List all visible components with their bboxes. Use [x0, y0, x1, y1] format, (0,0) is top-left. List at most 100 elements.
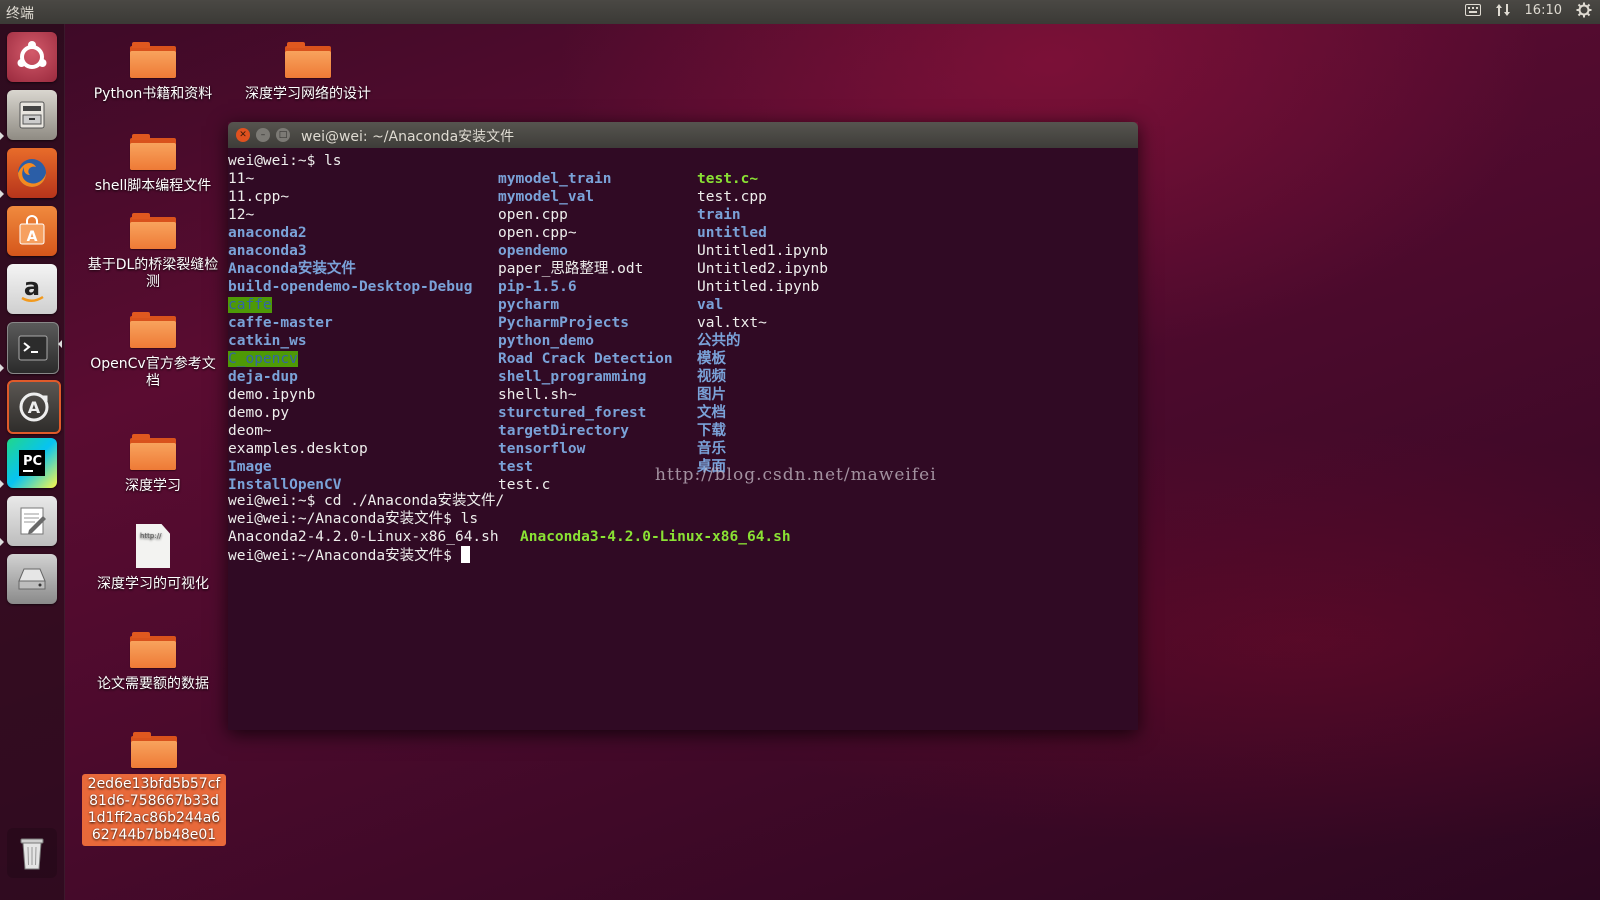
ls-entry: 视频	[697, 369, 726, 385]
ls-entry: 音乐	[697, 441, 726, 457]
desktop-document[interactable]: http:// 深度学习的可视化	[83, 524, 223, 593]
terminal-line: Untitled.ipynb	[697, 278, 819, 296]
terminal-icon	[18, 335, 48, 361]
ls-entry: deja-dup	[228, 369, 298, 385]
desktop-icon-label: shell脚本编程文件	[94, 178, 212, 194]
terminal-line: anaconda2	[228, 224, 307, 242]
minimize-button[interactable]: –	[256, 128, 270, 142]
terminal-button[interactable]	[7, 322, 59, 374]
desktop-folder[interactable]: 深度学习	[83, 434, 223, 495]
indicator-area: 16:10	[1464, 2, 1592, 18]
ls-entry: Anaconda3-4.2.0-Linux-x86_64.sh	[520, 529, 791, 545]
terminal-line: pip-1.5.6	[498, 278, 577, 296]
window-titlebar[interactable]: ✕ – □ wei@wei: ~/Anaconda安装文件	[228, 122, 1138, 148]
folder-icon	[130, 42, 176, 78]
desktop-folder[interactable]: OpenCv官方参考文档	[83, 312, 223, 390]
ls-entry: shell_programming	[498, 369, 647, 385]
text-cursor	[460, 546, 470, 563]
terminal-line: catkin_ws	[228, 332, 307, 350]
ls-entry: 12~	[228, 207, 255, 223]
ls-entry: anaconda3	[228, 243, 307, 259]
amazon-button[interactable]: a	[7, 264, 57, 314]
terminal-line: Anaconda2-4.2.0-Linux-x86_64.sh	[228, 528, 499, 546]
terminal-line: demo.ipynb	[228, 386, 315, 404]
dash-home-button[interactable]	[7, 32, 57, 82]
desktop-folder[interactable]: 深度学习网络的设计	[238, 42, 378, 103]
network-updown-icon[interactable]	[1495, 2, 1511, 18]
ls-entry: test.c~	[697, 171, 759, 187]
minimize-icon: –	[260, 129, 266, 140]
terminal-line: shell_programming	[498, 368, 646, 386]
ls-entry: InstallOpenCV	[228, 477, 342, 493]
ls-entry: demo.ipynb	[228, 387, 316, 403]
updater-icon: A	[19, 392, 49, 422]
software-updater-button[interactable]: A	[7, 380, 61, 434]
terminal-line: pycharm	[498, 296, 559, 314]
terminal-line: PycharmProjects	[498, 314, 629, 332]
svg-text:PC: PC	[23, 454, 42, 469]
trash-button[interactable]	[7, 828, 57, 878]
terminal-output[interactable]: wei@wei:~$ ls 11~ 11.cpp~ 12~ anaconda2 anac…	[228, 148, 1138, 730]
terminal-line: 11~	[228, 170, 254, 188]
terminal-line: val.txt~	[697, 314, 767, 332]
ls-entry: tensorflow	[498, 441, 586, 457]
terminal-line: caffe-master	[228, 314, 333, 332]
desktop-folder[interactable]: shell脚本编程文件	[83, 134, 223, 195]
ls-entry: 模板	[697, 351, 726, 367]
keyboard-icon[interactable]	[1464, 2, 1481, 18]
close-icon: ✕	[239, 129, 247, 140]
svg-text:A: A	[28, 398, 41, 417]
files-button[interactable]	[7, 90, 57, 140]
software-center-button[interactable]: A	[7, 206, 57, 256]
terminal-line: 音乐	[697, 440, 726, 458]
terminal-line: build-opendemo-Desktop-Debug	[228, 278, 472, 296]
terminal-line: val	[697, 296, 723, 314]
svg-text:a: a	[24, 273, 40, 301]
terminal-line: Anaconda安装文件	[228, 260, 356, 278]
terminal-line: tensorflow	[498, 440, 585, 458]
amazon-icon: a	[21, 273, 44, 302]
maximize-button[interactable]: □	[276, 128, 290, 142]
desktop-folder[interactable]: 基于DL的桥梁裂缝检测	[83, 213, 223, 291]
ls-entry: 图片	[697, 387, 726, 403]
ls-entry: 11.cpp~	[228, 189, 290, 205]
ls-entry: mymodel_train	[498, 171, 612, 187]
shopping-bag-icon: A	[19, 215, 45, 245]
gear-icon[interactable]	[1576, 2, 1592, 18]
close-button[interactable]: ✕	[236, 128, 250, 142]
file-cabinet-icon	[19, 101, 45, 129]
ls-entry: 下载	[697, 423, 726, 439]
terminal-line: Untitled2.ipynb	[697, 260, 828, 278]
ls-entry: 文档	[697, 405, 726, 421]
pycharm-button[interactable]: PC	[7, 438, 57, 488]
desktop-folder[interactable]: 论文需要额的数据	[83, 632, 223, 693]
ls-entry: Road Crack Detection	[498, 351, 673, 367]
firefox-icon	[18, 159, 46, 187]
desktop-folder-selected[interactable]: 2ed6e13bfd5b57cf81d6-758667b33d1d1ff2ac8…	[82, 732, 226, 846]
ls-entry: Image	[228, 459, 272, 475]
launcher: A a A PC	[0, 24, 65, 900]
desktop-folder[interactable]: Python书籍和资料	[83, 42, 223, 103]
desktop-icon-label: 论文需要额的数据	[97, 676, 209, 692]
desktop-icon-label: 深度学习的可视化	[97, 576, 209, 592]
disk-button[interactable]	[7, 554, 57, 604]
ls-entry: val	[697, 297, 724, 313]
folder-icon	[130, 434, 176, 470]
terminal-line: test	[498, 458, 533, 476]
terminal-window[interactable]: ✕ – □ wei@wei: ~/Anaconda安装文件 wei@wei:~$…	[228, 122, 1138, 730]
terminal-line: sturctured_forest	[498, 404, 646, 422]
terminal-line: test.c	[498, 476, 550, 494]
ls-entry: targetDirectory	[498, 423, 629, 439]
ls-entry: pycharm	[498, 297, 560, 313]
clock[interactable]: 16:10	[1525, 3, 1562, 18]
folder-icon	[130, 213, 176, 249]
ls-entry: mymodel_val	[498, 189, 595, 205]
ls-entry: paper_思路整理.odt	[498, 261, 644, 277]
firefox-button[interactable]	[7, 148, 57, 198]
svg-text:A: A	[27, 229, 38, 245]
terminal-line: paper_思路整理.odt	[498, 260, 643, 278]
terminal-line: 12~	[228, 206, 254, 224]
text-editor-button[interactable]	[7, 496, 57, 546]
ubuntu-logo-icon	[17, 41, 47, 69]
folder-icon	[285, 42, 331, 78]
